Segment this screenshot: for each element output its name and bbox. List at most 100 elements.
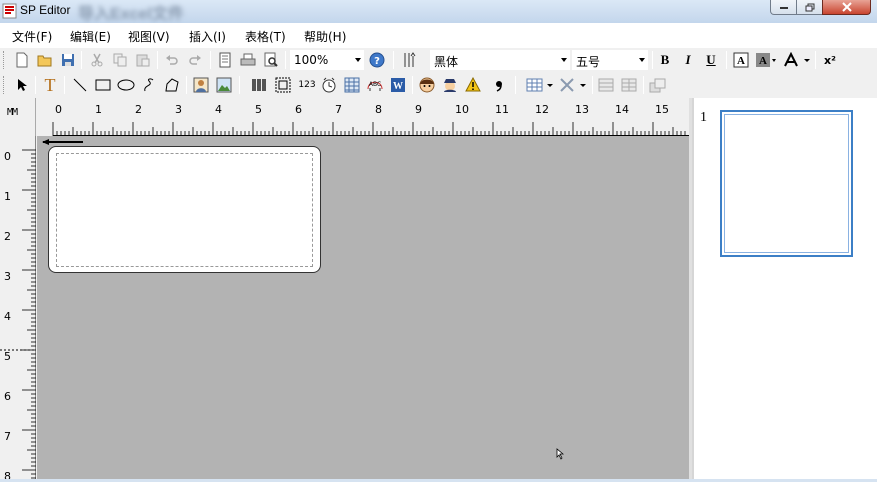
ruler-label: 7: [4, 430, 11, 443]
polygon-tool[interactable]: [163, 76, 181, 94]
rectangle-icon: [95, 79, 111, 91]
ruler-label: 8: [375, 103, 382, 116]
barcode-tool[interactable]: [250, 76, 268, 94]
word-document-icon: W: [391, 78, 405, 92]
cut-button[interactable]: [88, 51, 106, 69]
brush-tool[interactable]: [490, 76, 508, 94]
arrow-left-icon: [42, 139, 83, 145]
warning-tool[interactable]: [464, 76, 482, 94]
standard-toolbar: 100% ? 黑体 五号 B I U A A x²: [0, 48, 877, 73]
group-button[interactable]: [649, 76, 667, 94]
serial-number-tool[interactable]: 123: [296, 76, 318, 94]
toolbar-grip[interactable]: [3, 51, 6, 69]
toolbar-separator: [239, 76, 240, 94]
ruler-label: 1: [4, 190, 11, 203]
chevron-down-icon: [355, 58, 361, 62]
print-button[interactable]: [239, 51, 257, 69]
ruler-label: 12: [535, 103, 549, 116]
menu-table[interactable]: 表格(T): [245, 28, 286, 45]
zoom-value: 100%: [294, 53, 329, 67]
menu-edit[interactable]: 编辑(E): [70, 28, 111, 45]
superscript-button[interactable]: x²: [821, 51, 839, 69]
label-canvas[interactable]: [37, 136, 689, 479]
font-family-select[interactable]: 黑体: [430, 50, 570, 70]
open-button[interactable]: [36, 51, 54, 69]
arc-text-tool[interactable]: ABC: [366, 76, 384, 94]
delete-dropdown[interactable]: [558, 76, 588, 94]
ellipse-tool[interactable]: [117, 76, 135, 94]
ruler-label: 10: [455, 103, 469, 116]
font-size-select[interactable]: 五号: [572, 50, 648, 70]
table-icon: [344, 77, 360, 93]
open-folder-icon: [37, 55, 52, 67]
save-button[interactable]: [59, 51, 77, 69]
table-style-dropdown[interactable]: [526, 76, 554, 94]
toolbar-separator: [81, 51, 82, 69]
redo-button[interactable]: [186, 51, 204, 69]
zoom-select[interactable]: 100%: [290, 50, 364, 70]
label-page[interactable]: [48, 146, 321, 273]
ruler-label: 3: [4, 270, 11, 283]
menu-help[interactable]: 帮助(H): [304, 28, 346, 45]
text-border-button[interactable]: A: [732, 51, 750, 69]
maximize-button[interactable]: [796, 0, 823, 15]
ruler-label: 11: [495, 103, 509, 116]
qrcode-icon: [275, 77, 291, 93]
page-setup-button[interactable]: [216, 51, 234, 69]
page-thumbnail[interactable]: [720, 110, 853, 257]
undo-button[interactable]: [163, 51, 181, 69]
split-cells-button[interactable]: [620, 76, 638, 94]
text-background-button[interactable]: A: [755, 51, 777, 69]
menu-insert[interactable]: 插入(I): [189, 28, 226, 45]
portrait-icon: [193, 77, 209, 93]
text-outline-button[interactable]: [782, 51, 812, 69]
word-import-tool[interactable]: W: [389, 76, 407, 94]
rectangle-tool[interactable]: [94, 76, 112, 94]
table-insert-tool[interactable]: [343, 76, 361, 94]
menu-view[interactable]: 视图(V): [128, 28, 170, 45]
new-button[interactable]: [13, 51, 31, 69]
select-tool[interactable]: [13, 76, 31, 94]
copy-button[interactable]: [111, 51, 129, 69]
ruler-label: 2: [135, 103, 142, 116]
officer-icon: [444, 79, 456, 92]
ruler-label: 9: [415, 103, 422, 116]
comma-brush-icon: [496, 81, 502, 92]
new-document-icon: [16, 52, 28, 68]
text-direction-button[interactable]: [401, 51, 419, 69]
font-family-value: 黑体: [434, 55, 459, 69]
page-setup-icon: [219, 52, 231, 68]
text-tool[interactable]: T: [41, 75, 59, 95]
bold-button[interactable]: B: [656, 51, 674, 69]
line-tool[interactable]: [71, 76, 89, 94]
underline-button[interactable]: U: [702, 51, 720, 69]
printer-icon: [240, 53, 256, 66]
merge-cells-button[interactable]: [597, 76, 615, 94]
minimize-icon: [779, 7, 788, 9]
ruler-label: 5: [255, 103, 262, 116]
svg-text:A: A: [759, 55, 767, 67]
group-objects-icon: [649, 78, 666, 93]
curve-tool[interactable]: [140, 76, 158, 94]
save-icon: [62, 54, 74, 66]
close-button[interactable]: [822, 0, 871, 15]
menu-file[interactable]: 文件(F): [12, 28, 52, 45]
qrcode-tool[interactable]: [274, 76, 292, 94]
print-preview-button[interactable]: [262, 51, 280, 69]
help-button[interactable]: ?: [368, 51, 386, 69]
datetime-tool[interactable]: [320, 76, 338, 94]
person-tool-1[interactable]: [418, 76, 436, 94]
svg-text:A: A: [737, 55, 745, 67]
person-tool-2[interactable]: [441, 76, 459, 94]
image-tool[interactable]: [215, 76, 233, 94]
copy-icon: [113, 53, 127, 67]
photo-tool[interactable]: [192, 76, 210, 94]
toolbar-separator: [64, 76, 65, 94]
ruler-label: 6: [4, 390, 11, 403]
italic-button[interactable]: I: [679, 51, 697, 69]
minimize-button[interactable]: [770, 0, 797, 15]
paste-button[interactable]: [134, 51, 152, 69]
toolbar-grip[interactable]: [3, 76, 6, 94]
ruler-label: 4: [4, 310, 11, 323]
window-title: SP Editor: [20, 3, 71, 17]
